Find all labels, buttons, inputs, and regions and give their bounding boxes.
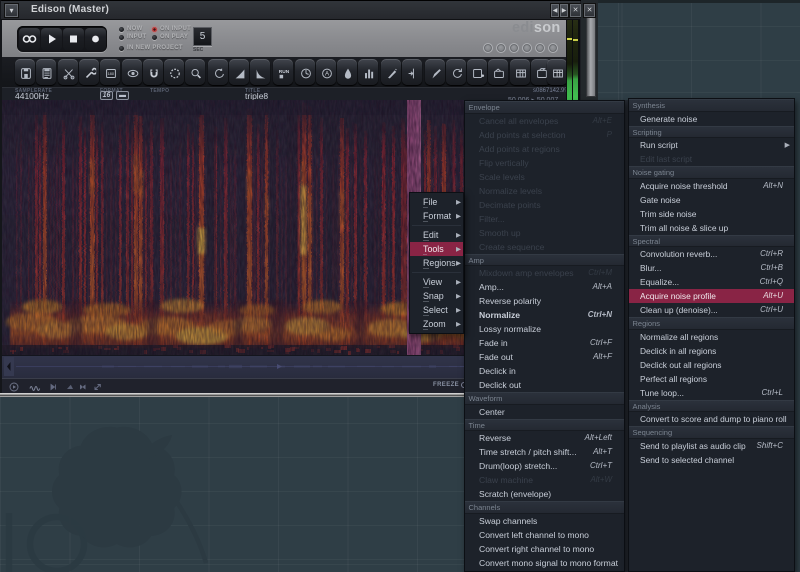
svg-text:180: 180 [107, 70, 114, 75]
svg-text:A: A [325, 70, 330, 77]
svg-text:RUN: RUN [278, 69, 289, 75]
